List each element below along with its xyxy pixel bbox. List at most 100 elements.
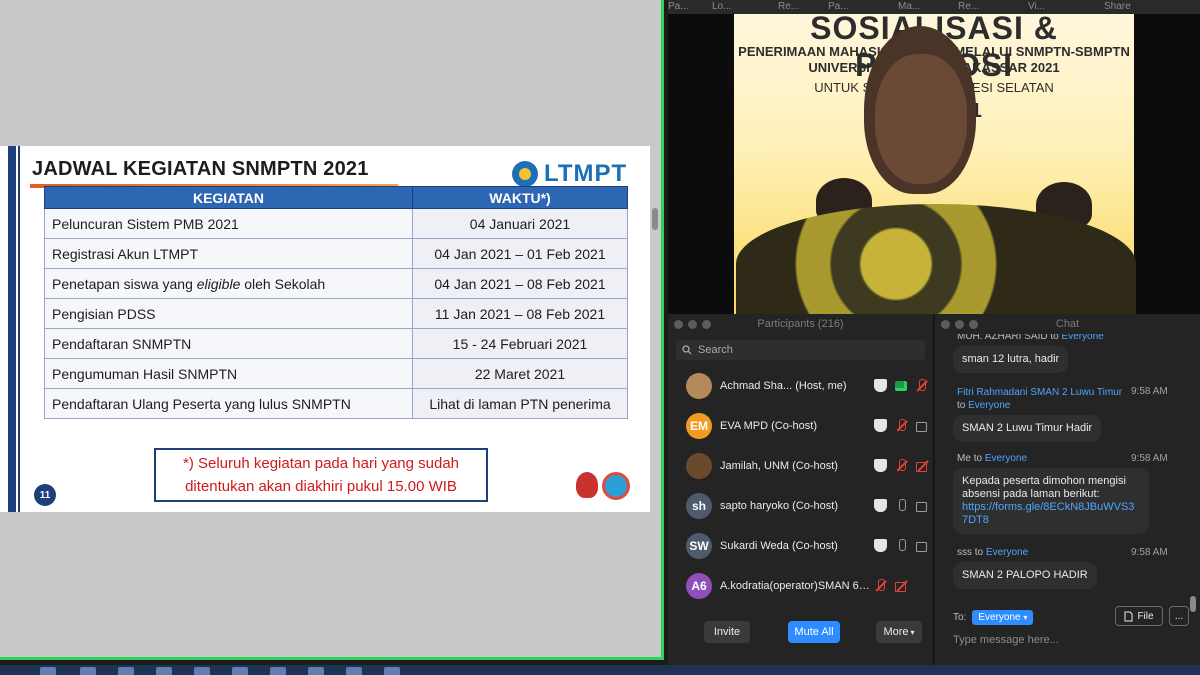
message-time: 9:58 AM xyxy=(1131,547,1168,558)
message-to-word: to xyxy=(1050,334,1059,342)
taskbar-app-icon[interactable] xyxy=(194,667,210,675)
raise-hand-icon xyxy=(874,379,887,392)
file-button-label: File xyxy=(1137,610,1154,622)
header-waktu: WAKTU*) xyxy=(412,186,628,209)
taskbar-app-icon[interactable] xyxy=(118,667,134,675)
taskbar-app-icon[interactable] xyxy=(80,667,96,675)
avatar: EM xyxy=(686,413,712,439)
header-kegiatan: KEGIATAN xyxy=(44,186,413,209)
raise-hand-icon xyxy=(874,539,887,552)
chat-panel: Chat MUH. AZHARI SAID to Everyone sman 1… xyxy=(935,314,1200,665)
mic-icon[interactable] xyxy=(895,499,908,512)
time-cell: 04 Jan 2021 – 08 Feb 2021 xyxy=(412,268,628,299)
speaker-video[interactable]: SOSIALISASI & PROMOSI PENERIMAAN MAHASIS… xyxy=(668,14,1200,314)
time-cell: 04 Jan 2021 – 01 Feb 2021 xyxy=(412,238,628,269)
taskbar-app-icon[interactable] xyxy=(270,667,286,675)
participant-row[interactable]: A6 A.kodratia(operator)SMAN 6 P... xyxy=(668,566,933,606)
footnote-line-2: ditentukan akan diakhiri pukul 15.00 WIB xyxy=(185,478,457,495)
close-window-icon[interactable] xyxy=(941,320,950,329)
message-time: 9:58 AM xyxy=(1131,386,1168,397)
video-icon xyxy=(916,419,929,432)
toolbar-item[interactable]: Ma... xyxy=(898,1,920,12)
mute-all-button[interactable]: Mute All xyxy=(788,621,840,643)
mic-muted-icon[interactable] xyxy=(895,419,908,432)
taskbar-app-icon[interactable] xyxy=(384,667,400,675)
message-to-word: to xyxy=(973,453,983,464)
mic-muted-icon[interactable] xyxy=(915,379,928,392)
ltmpt-logo: LTMPT xyxy=(512,160,627,188)
close-window-icon[interactable] xyxy=(674,320,683,329)
participant-row[interactable]: sh sapto haryoko (Co-host) xyxy=(668,486,933,526)
avatar: A6 xyxy=(686,573,712,599)
participants-titlebar: Participants (216) xyxy=(668,314,933,334)
toolbar-item[interactable]: Re... xyxy=(778,1,799,12)
to-label: To: xyxy=(953,612,967,623)
maximize-window-icon[interactable] xyxy=(702,320,711,329)
mic-muted-icon[interactable] xyxy=(874,579,887,592)
chat-more-button[interactable]: ... xyxy=(1169,606,1189,626)
message-to-word: to xyxy=(974,547,984,558)
toolbar-item[interactable]: Pa... xyxy=(828,1,849,12)
activity-cell: Penetapan siswa yang eligible oleh Sekol… xyxy=(44,268,413,299)
message-sender: Fitri Rahmadani SMAN 2 Luwu Timur xyxy=(957,387,1123,398)
participant-row[interactable]: SW Sukardi Weda (Co-host) xyxy=(668,526,933,566)
participant-name: Jamilah, UNM (Co-host) xyxy=(720,460,838,472)
time-cell: 04 Januari 2021 xyxy=(412,208,628,239)
avatar: sh xyxy=(686,493,712,519)
toolbar-item[interactable]: Re... xyxy=(958,1,979,12)
ltmpt-emblem-icon xyxy=(512,161,538,187)
message-header: MUH. AZHARI SAID to Everyone xyxy=(957,334,1104,342)
activity-cell: Pengumuman Hasil SNMPTN xyxy=(44,358,413,389)
toolbar-item[interactable]: Lo... xyxy=(712,1,731,12)
screen-share-icon xyxy=(895,380,907,391)
table-row: Peluncuran Sistem PMB 2021 04 Januari 202… xyxy=(44,208,628,239)
more-button[interactable]: More ▾ xyxy=(876,621,922,643)
taskbar-app-icon[interactable] xyxy=(346,667,362,675)
recipient-dropdown[interactable]: Everyone ▾ xyxy=(972,610,1034,625)
toolbar-item[interactable]: Share xyxy=(1104,1,1131,12)
avatar xyxy=(686,453,712,479)
participants-panel: Participants (216) Search Achmad Sha... … xyxy=(668,314,947,665)
file-icon xyxy=(1124,611,1133,621)
taskbar-app-icon[interactable] xyxy=(156,667,172,675)
chat-scrollbar[interactable] xyxy=(1190,596,1196,612)
participant-row[interactable]: Achmad Sha... (Host, me) xyxy=(668,366,947,406)
message-header: Fitri Rahmadani SMAN 2 Luwu Timur to Eve… xyxy=(957,386,1125,412)
mic-muted-icon[interactable] xyxy=(895,459,908,472)
chat-messages: MUH. AZHARI SAID to Everyone sman 12 lut… xyxy=(935,334,1200,614)
mic-icon[interactable] xyxy=(895,539,908,552)
message-link[interactable]: https://forms.gle/8ECkN8JBuWVS37DT8 xyxy=(962,501,1140,527)
message-sender: sss xyxy=(957,547,972,558)
invite-button[interactable]: Invite xyxy=(704,621,750,643)
participant-status-icons xyxy=(874,579,908,592)
taskbar-app-icon[interactable] xyxy=(40,667,56,675)
minimize-window-icon[interactable] xyxy=(955,320,964,329)
participant-row[interactable]: EM EVA MPD (Co-host) xyxy=(668,406,933,446)
minimize-window-icon[interactable] xyxy=(688,320,697,329)
toolbar-item[interactable]: Vi... xyxy=(1028,1,1045,12)
taskbar-app-icon[interactable] xyxy=(308,667,324,675)
maximize-window-icon[interactable] xyxy=(969,320,978,329)
participant-name: A.kodratia(operator)SMAN 6 P... xyxy=(720,580,872,592)
table-row: Pengisian PDSS 11 Jan 2021 – 08 Feb 2021 xyxy=(44,298,628,329)
chat-message-input[interactable]: Type message here... xyxy=(953,634,1059,646)
ltmpt-logo-text: LTMPT xyxy=(544,160,628,187)
chat-title: Chat xyxy=(1055,318,1080,330)
shared-screen-scrollbar[interactable] xyxy=(652,208,658,230)
slide-footnote: *) Seluruh kegiatan pada hari yang sudah… xyxy=(154,448,488,502)
file-button[interactable]: File xyxy=(1115,606,1163,626)
slide-accent-line xyxy=(18,146,20,512)
table-row: Pendaftaran Ulang Peserta yang lulus SNM… xyxy=(44,388,628,419)
avatar xyxy=(686,373,712,399)
participant-status-icons xyxy=(874,459,929,472)
raise-hand-icon xyxy=(874,419,887,432)
participant-row[interactable]: Jamilah, UNM (Co-host) xyxy=(668,446,933,486)
slide-accent-bar xyxy=(8,146,16,512)
zoom-meeting-window: JADWAL KEGIATAN SNMPTN 2021 LTMPT KEGIAT… xyxy=(0,0,1200,675)
participants-search-input[interactable]: Search xyxy=(676,340,925,360)
video-icon xyxy=(916,499,929,512)
taskbar-app-icon[interactable] xyxy=(232,667,248,675)
message-header: Me to Everyone xyxy=(957,453,1027,464)
toolbar-item[interactable]: Pa... xyxy=(668,1,689,12)
table-row: Pendaftaran SNMPTN 15 - 24 Februari 2021 xyxy=(44,328,628,359)
